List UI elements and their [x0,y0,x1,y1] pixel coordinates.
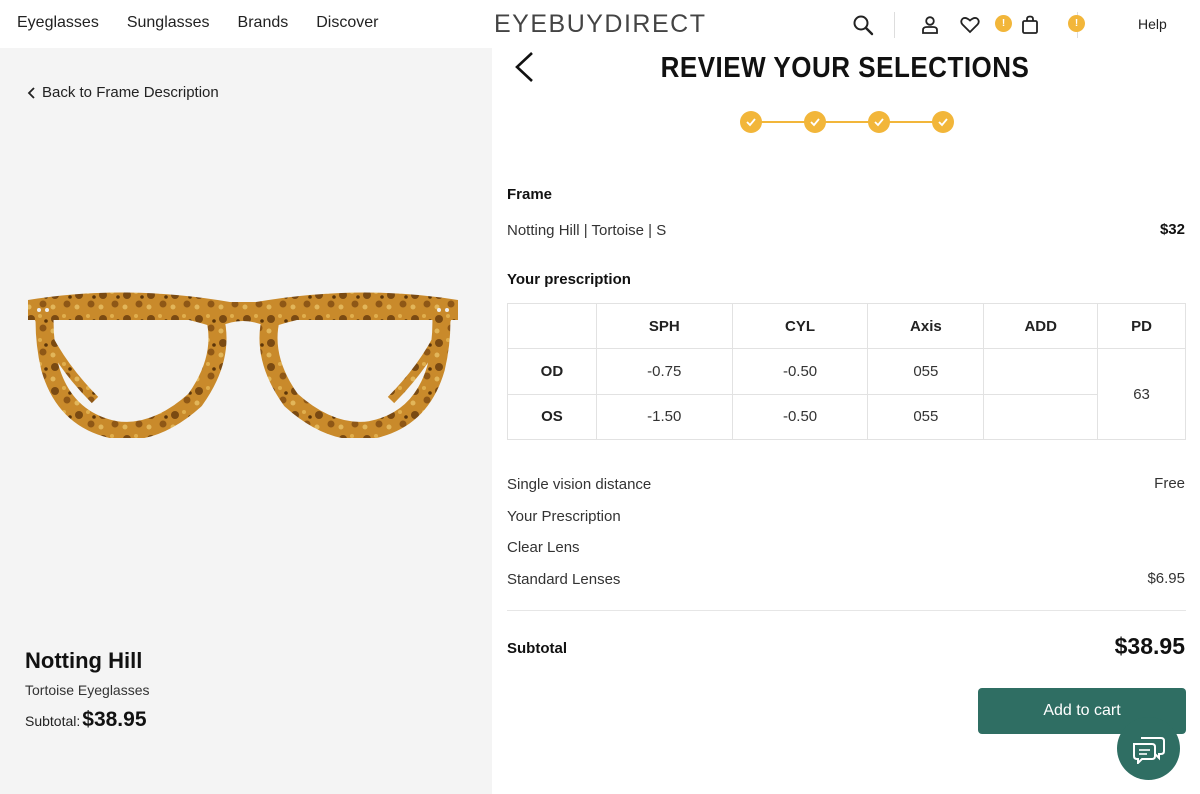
eye-label: OD [507,348,597,395]
frame-heading: Frame [507,186,553,203]
subtotal-amount: $38.95 [1114,633,1185,659]
frame-price: $32 [1159,221,1185,238]
site-logo[interactable]: EYEBUYDIRECT [494,10,706,39]
account-icon[interactable] [917,13,943,37]
page-title: REVIEW YOUR SELECTIONS [660,50,1030,84]
lens-item-price: Free [1154,475,1185,492]
nav-eyeglasses[interactable]: Eyeglasses [17,14,99,32]
table-row-os: OS -1.50 -0.50 055 [507,393,1186,441]
eye-label: OS [507,393,597,441]
product-panel: Back to Frame Description Notting Hill T… [0,48,492,794]
search-icon[interactable] [850,13,876,37]
nav-sunglasses[interactable]: Sunglasses [127,14,210,32]
product-subtotal-label: Subtotal: [25,713,81,729]
favorites-badge: ! [995,15,1012,32]
heart-icon[interactable] [957,13,983,37]
product-type: Tortoise Eyeglasses [25,682,150,698]
lens-item-label: Single vision distance [507,476,652,493]
step-4-check-icon [932,111,954,133]
site-header: Eyeglasses Sunglasses Brands Discover EY… [0,0,1200,48]
step-1-check-icon [740,111,762,133]
lens-item-label: Your Prescription [507,508,621,525]
table-header-sph: SPH [595,302,733,350]
axis-value: 055 [867,348,985,395]
help-link[interactable]: Help [1138,16,1167,32]
frame-description: Notting Hill | Tortoise | S [507,222,667,239]
main-nav: Eyeglasses Sunglasses Brands Discover [17,14,378,32]
header-icons: ! ! [850,12,1085,38]
progress-line [750,121,942,123]
table-header-row: SPH CYL Axis ADD PD [507,302,1186,350]
add-value [983,393,1099,441]
prescription-heading: Your prescription [507,271,631,288]
nav-discover[interactable]: Discover [316,14,378,32]
progress-steps [740,111,956,133]
lens-item-label: Standard Lenses [507,571,621,588]
header-divider [894,12,895,38]
eyeglasses-image [28,292,458,438]
chat-button[interactable] [1117,717,1180,780]
table-header-pd: PD [1097,302,1186,350]
step-2-check-icon [804,111,826,133]
table-header-axis: Axis [867,302,985,350]
nav-brands[interactable]: Brands [238,14,289,32]
chat-icon [1132,736,1165,764]
table-header [507,302,597,350]
sph-value: -1.50 [595,393,733,441]
back-label: Back to Frame Description [42,84,219,101]
back-to-frame-link[interactable]: Back to Frame Description [27,84,219,101]
table-header-add: ADD [983,302,1099,350]
lens-item-price: $6.95 [1147,570,1185,587]
cyl-value: -0.50 [731,393,869,441]
table-header-cyl: CYL [731,302,869,350]
axis-value: 055 [867,393,985,441]
subtotal-label: Subtotal [507,640,567,657]
product-subtotal: Subtotal: $38.95 [25,708,147,732]
lens-item-label: Clear Lens [507,539,580,556]
sph-value: -0.75 [595,348,733,395]
divider [507,610,1186,611]
chevron-left-icon [27,86,35,99]
bag-icon[interactable] [1017,13,1043,37]
product-subtotal-amount: $38.95 [82,708,147,731]
step-3-check-icon [868,111,890,133]
chevron-left-icon[interactable] [512,50,538,84]
add-value [983,348,1099,395]
cyl-value: -0.50 [731,348,869,395]
prescription-table: SPH CYL Axis ADD PD OD -0.75 -0.50 055 6… [507,302,1186,441]
cart-badge: ! [1068,15,1085,32]
pd-value: 63 [1097,348,1186,440]
product-name: Notting Hill [25,648,143,673]
table-row-od: OD -0.75 -0.50 055 63 [507,348,1186,440]
